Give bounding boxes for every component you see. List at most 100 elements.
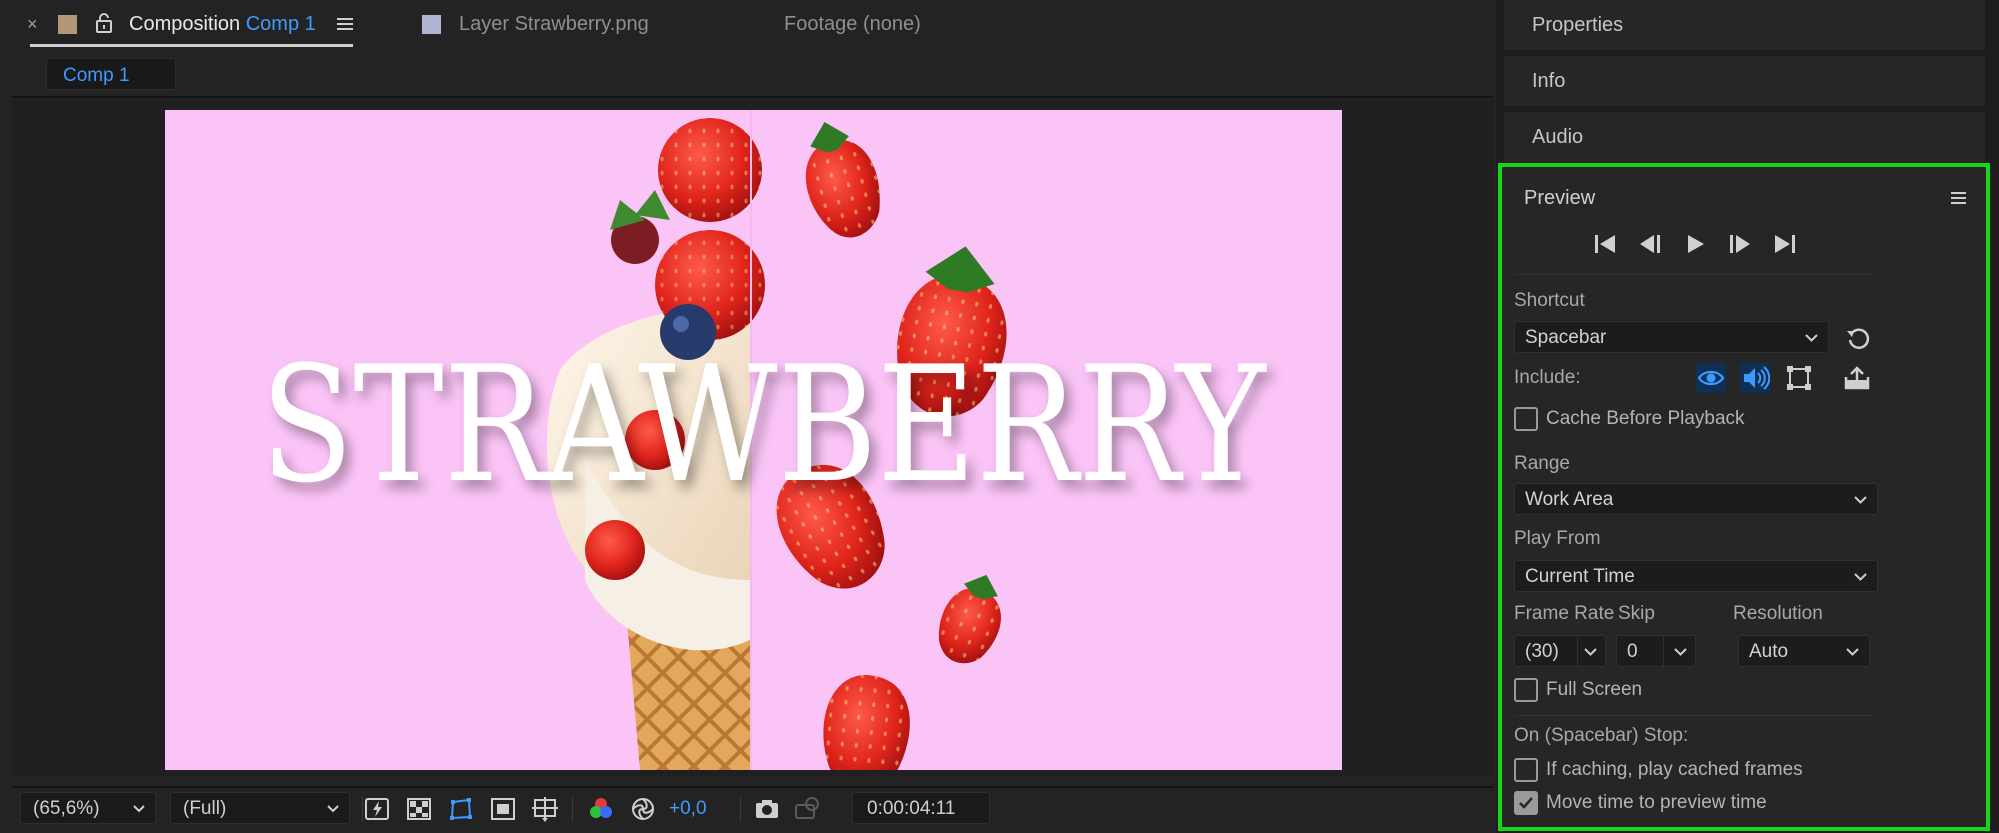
tab-footage[interactable]: Footage (none) <box>784 13 921 36</box>
move-time-label: Move time to preview time <box>1546 792 1767 813</box>
mask-path-visibility-icon[interactable] <box>448 796 474 822</box>
include-audio-icon[interactable] <box>1740 363 1770 393</box>
resolution-dropdown[interactable]: (Full) <box>170 792 350 824</box>
toolbar-divider <box>362 796 363 822</box>
last-frame-icon[interactable] <box>1772 233 1798 255</box>
info-label: Info <box>1532 70 1566 92</box>
range-value: Work Area <box>1525 489 1614 510</box>
checkbox-box-checked[interactable] <box>1514 791 1538 815</box>
chevron-down-icon <box>1805 334 1818 342</box>
lock-icon[interactable] <box>94 12 114 34</box>
chevron-down-icon <box>1584 648 1597 656</box>
on-stop-label: On (Spacebar) Stop: <box>1514 725 1689 746</box>
skip-dropdown[interactable]: 0 <box>1616 635 1696 667</box>
reset-icon[interactable] <box>1845 325 1871 351</box>
divider <box>1514 715 1874 716</box>
play-from-dropdown[interactable]: Current Time <box>1514 560 1878 592</box>
range-label: Range <box>1514 453 1570 474</box>
skip-value: 0 <box>1627 641 1638 662</box>
resolution-label: Resolution <box>1733 603 1823 624</box>
properties-label: Properties <box>1532 14 1624 36</box>
exposure-value[interactable]: +0,0 <box>669 798 707 820</box>
chevron-down-icon <box>1854 573 1867 581</box>
chevron-down-icon <box>327 805 339 813</box>
preview-panel: Preview Shortcut Spacebar Include: Cache… <box>1498 163 1990 831</box>
shortcut-value: Spacebar <box>1525 327 1607 348</box>
play-icon[interactable] <box>1682 233 1708 255</box>
play-from-label: Play From <box>1514 528 1601 549</box>
panel-menu-icon[interactable] <box>1950 191 1967 206</box>
checkbox-box[interactable] <box>1514 758 1538 782</box>
first-frame-icon[interactable] <box>1592 233 1618 255</box>
shortcut-dropdown[interactable]: Spacebar <box>1514 321 1829 353</box>
include-label: Include: <box>1514 367 1581 388</box>
cache-before-playback-checkbox[interactable]: Cache Before Playback <box>1514 407 1745 431</box>
include-video-icon[interactable] <box>1696 363 1726 393</box>
preview-resolution-dropdown[interactable]: Auto <box>1738 635 1870 667</box>
checkmark-icon <box>1519 797 1533 809</box>
grid-guides-icon[interactable] <box>532 796 558 822</box>
color-management-icon[interactable] <box>630 796 656 822</box>
resolution-value: (Full) <box>183 798 227 819</box>
transparency-grid-icon[interactable] <box>406 796 432 822</box>
frame-rate-dropdown[interactable]: (30) <box>1514 635 1606 667</box>
if-caching-label: If caching, play cached frames <box>1546 759 1803 780</box>
comp-navigator: Comp 1 <box>12 54 1494 98</box>
skip-label: Skip <box>1618 603 1655 624</box>
export-output-icon[interactable] <box>1842 363 1872 393</box>
shortcut-label: Shortcut <box>1514 290 1585 311</box>
range-dropdown[interactable]: Work Area <box>1514 483 1878 515</box>
layer-color-swatch <box>422 15 441 34</box>
magnification-value: (65,6%) <box>33 798 100 819</box>
next-frame-icon[interactable] <box>1727 233 1753 255</box>
dropdown-divider <box>1577 636 1578 666</box>
tab-composition-name: Comp 1 <box>245 13 316 35</box>
viewer-toolbar: (65,6%) (Full) +0,0 0:00:04:11 <box>12 786 1494 828</box>
include-overlays-icon[interactable] <box>1784 363 1814 393</box>
previous-frame-icon[interactable] <box>1637 233 1663 255</box>
composition-color-swatch <box>58 15 77 34</box>
tab-layer[interactable]: Layer Strawberry.png <box>459 13 649 36</box>
frame-rate-label: Frame Rate <box>1514 603 1615 624</box>
audio-panel-header[interactable]: Audio <box>1504 112 1985 164</box>
snapshot-camera-icon[interactable] <box>754 796 780 822</box>
tab-composition[interactable]: Composition Comp 1 <box>129 13 316 36</box>
region-of-interest-icon[interactable] <box>490 796 516 822</box>
full-screen-checkbox[interactable]: Full Screen <box>1514 678 1642 702</box>
active-tab-underline <box>30 44 353 47</box>
toolbar-divider <box>572 796 573 822</box>
panel-menu-icon[interactable] <box>336 16 354 32</box>
move-time-checkbox[interactable]: Move time to preview time <box>1514 791 1767 815</box>
panel-tab-bar: × Composition Comp 1 Layer Strawberry.pn… <box>0 0 1496 52</box>
close-tab-icon[interactable]: × <box>27 14 38 35</box>
chevron-down-icon <box>1846 648 1859 656</box>
info-panel-header[interactable]: Info <box>1504 56 1985 108</box>
play-from-value: Current Time <box>1525 566 1635 587</box>
checkbox-box[interactable] <box>1514 407 1538 431</box>
show-snapshot-icon[interactable] <box>794 796 820 822</box>
chevron-down-icon <box>1854 496 1867 504</box>
divider <box>1514 274 1874 275</box>
magnification-dropdown[interactable]: (65,6%) <box>20 792 156 824</box>
current-time-display[interactable]: 0:00:04:11 <box>852 792 990 824</box>
dropdown-divider <box>1663 636 1664 666</box>
full-screen-label: Full Screen <box>1546 679 1643 700</box>
chevron-down-icon <box>1674 648 1687 656</box>
audio-label: Audio <box>1532 126 1584 148</box>
canvas-artwork: STRAWBERRY <box>261 110 1268 770</box>
chevron-down-icon <box>133 805 145 813</box>
preview-resolution-value: Auto <box>1749 641 1789 662</box>
tab-composition-prefix: Composition <box>129 13 241 35</box>
fast-previews-icon[interactable] <box>364 796 390 822</box>
channel-rgb-icon[interactable] <box>588 796 614 822</box>
frame-rate-value: (30) <box>1525 641 1559 662</box>
comp-breadcrumb-button[interactable]: Comp 1 <box>46 58 176 90</box>
properties-panel-header[interactable]: Properties <box>1504 0 1985 52</box>
cache-before-playback-label: Cache Before Playback <box>1546 408 1745 429</box>
composition-canvas[interactable]: STRAWBERRY <box>165 110 1342 770</box>
preview-title: Preview <box>1524 187 1596 209</box>
checkbox-box[interactable] <box>1514 678 1538 702</box>
if-caching-checkbox[interactable]: If caching, play cached frames <box>1514 758 1803 782</box>
composition-panel: × Composition Comp 1 Layer Strawberry.pn… <box>0 0 1496 833</box>
canvas-headline: STRAWBERRY <box>261 331 1268 518</box>
